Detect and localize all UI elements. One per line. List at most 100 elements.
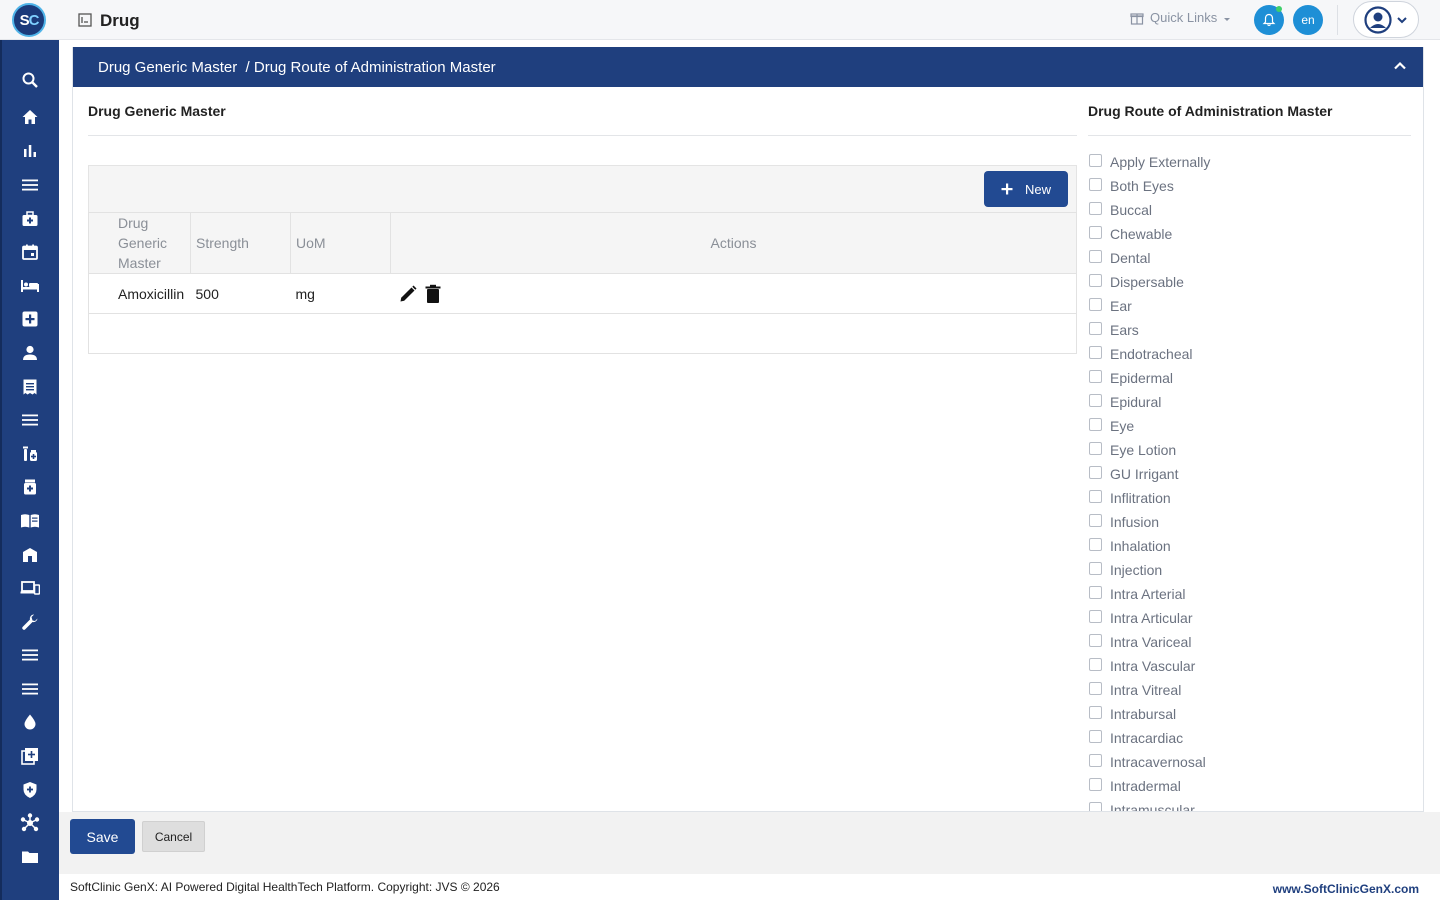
medical-plus-icon[interactable] bbox=[19, 308, 41, 330]
route-checkbox[interactable] bbox=[1089, 297, 1102, 311]
route-checkbox[interactable] bbox=[1089, 681, 1102, 695]
bed-icon[interactable] bbox=[19, 275, 41, 297]
receipt-icon[interactable] bbox=[19, 376, 41, 398]
trash-icon[interactable] bbox=[424, 284, 442, 304]
website-link[interactable]: www.SoftClinicGenX.com bbox=[1273, 882, 1419, 896]
home-icon[interactable] bbox=[19, 106, 41, 128]
route-option[interactable]: Epidermal bbox=[1088, 366, 1411, 390]
new-button[interactable]: New bbox=[984, 171, 1068, 207]
route-checkbox[interactable] bbox=[1089, 321, 1102, 335]
route-option[interactable]: Apply Externally bbox=[1088, 150, 1411, 174]
route-checkbox[interactable] bbox=[1089, 225, 1102, 239]
route-label: Chewable bbox=[1110, 226, 1173, 242]
route-option[interactable]: Infusion bbox=[1088, 510, 1411, 534]
route-option[interactable]: Intra Vitreal bbox=[1088, 678, 1411, 702]
route-checkbox[interactable] bbox=[1089, 585, 1102, 599]
route-option[interactable]: Epidural bbox=[1088, 390, 1411, 414]
route-option[interactable]: Eye bbox=[1088, 414, 1411, 438]
route-checkbox[interactable] bbox=[1089, 561, 1102, 575]
route-checkbox[interactable] bbox=[1089, 657, 1102, 671]
route-checkbox[interactable] bbox=[1089, 417, 1102, 431]
route-option[interactable]: Inhalation bbox=[1088, 534, 1411, 558]
wrench-icon[interactable] bbox=[19, 611, 41, 633]
profile-menu-button[interactable] bbox=[1353, 1, 1419, 38]
hub-icon[interactable] bbox=[19, 812, 41, 834]
table-row[interactable]: Amoxicillin 500 mg bbox=[88, 273, 1077, 314]
route-option[interactable]: Intrabursal bbox=[1088, 702, 1411, 726]
route-option[interactable]: Dispersable bbox=[1088, 270, 1411, 294]
column-header-uom[interactable]: UoM bbox=[290, 212, 391, 274]
route-checkbox[interactable] bbox=[1089, 633, 1102, 647]
column-header-drug-generic-master[interactable]: Drug Generic Master bbox=[88, 212, 191, 274]
column-header-strength[interactable]: Strength bbox=[190, 212, 291, 274]
route-checkbox[interactable] bbox=[1089, 513, 1102, 527]
medical-bag-icon[interactable] bbox=[19, 208, 41, 230]
app-logo[interactable]: SC bbox=[12, 3, 46, 37]
chevron-up-icon[interactable] bbox=[1393, 59, 1407, 73]
language-button[interactable]: en bbox=[1293, 5, 1323, 35]
route-checkbox[interactable] bbox=[1089, 609, 1102, 623]
route-option[interactable]: Intra Articular bbox=[1088, 606, 1411, 630]
route-option[interactable]: Intra Variceal bbox=[1088, 630, 1411, 654]
save-button[interactable]: Save bbox=[70, 819, 135, 854]
route-option[interactable]: Intra Vascular bbox=[1088, 654, 1411, 678]
route-checkbox[interactable] bbox=[1089, 705, 1102, 719]
shield-icon[interactable] bbox=[19, 779, 41, 801]
route-option[interactable]: Intracardiac bbox=[1088, 726, 1411, 750]
notifications-button[interactable] bbox=[1254, 5, 1284, 35]
route-checkbox[interactable] bbox=[1089, 537, 1102, 551]
column-header-actions: Actions bbox=[390, 212, 1077, 274]
route-checkbox[interactable] bbox=[1089, 369, 1102, 383]
search-icon[interactable] bbox=[19, 69, 41, 91]
route-option[interactable]: Intramuscular bbox=[1088, 798, 1411, 811]
drop-icon[interactable] bbox=[19, 711, 41, 733]
main-panel: Drug Generic Master / Drug Route of Admi… bbox=[72, 47, 1424, 812]
book-icon[interactable] bbox=[19, 510, 41, 532]
person-icon[interactable] bbox=[19, 342, 41, 364]
route-checkbox[interactable] bbox=[1089, 801, 1102, 811]
route-option[interactable]: GU Irrigant bbox=[1088, 462, 1411, 486]
route-checkbox[interactable] bbox=[1089, 345, 1102, 359]
menu-icon[interactable] bbox=[19, 409, 41, 431]
medicine-bottle-icon[interactable] bbox=[19, 476, 41, 498]
bar-chart-icon[interactable] bbox=[19, 140, 41, 162]
route-checkbox[interactable] bbox=[1089, 753, 1102, 767]
route-option[interactable]: Intradermal bbox=[1088, 774, 1411, 798]
route-checkbox[interactable] bbox=[1089, 153, 1102, 167]
pharmacy-icon[interactable] bbox=[19, 443, 41, 465]
quick-links-dropdown[interactable]: Quick Links bbox=[1130, 10, 1231, 25]
folder-icon[interactable] bbox=[19, 846, 41, 868]
route-checkbox[interactable] bbox=[1089, 177, 1102, 191]
route-checkbox[interactable] bbox=[1089, 273, 1102, 287]
route-checkbox[interactable] bbox=[1089, 489, 1102, 503]
route-label: Intrabursal bbox=[1110, 706, 1177, 722]
route-option[interactable]: Ear bbox=[1088, 294, 1411, 318]
route-option[interactable]: Ears bbox=[1088, 318, 1411, 342]
route-checkbox[interactable] bbox=[1089, 249, 1102, 263]
cancel-button[interactable]: Cancel bbox=[142, 821, 205, 852]
route-option[interactable]: Buccal bbox=[1088, 198, 1411, 222]
route-option[interactable]: Intra Arterial bbox=[1088, 582, 1411, 606]
devices-icon[interactable] bbox=[19, 577, 41, 599]
route-checkbox[interactable] bbox=[1089, 441, 1102, 455]
edit-icon[interactable] bbox=[398, 284, 418, 304]
route-option[interactable]: Eye Lotion bbox=[1088, 438, 1411, 462]
route-option[interactable]: Injection bbox=[1088, 558, 1411, 582]
route-option[interactable]: Inflitration bbox=[1088, 486, 1411, 510]
calendar-icon[interactable] bbox=[19, 241, 41, 263]
menu-icon[interactable] bbox=[19, 174, 41, 196]
menu-icon[interactable] bbox=[19, 644, 41, 666]
add-box-icon[interactable] bbox=[19, 745, 41, 767]
route-option[interactable]: Intracavernosal bbox=[1088, 750, 1411, 774]
route-checkbox[interactable] bbox=[1089, 201, 1102, 215]
route-option[interactable]: Dental bbox=[1088, 246, 1411, 270]
route-checkbox[interactable] bbox=[1089, 729, 1102, 743]
building-icon[interactable] bbox=[19, 544, 41, 566]
route-option[interactable]: Chewable bbox=[1088, 222, 1411, 246]
menu-icon[interactable] bbox=[19, 678, 41, 700]
route-checkbox[interactable] bbox=[1089, 465, 1102, 479]
route-checkbox[interactable] bbox=[1089, 393, 1102, 407]
route-option[interactable]: Endotracheal bbox=[1088, 342, 1411, 366]
route-checkbox[interactable] bbox=[1089, 777, 1102, 791]
route-option[interactable]: Both Eyes bbox=[1088, 174, 1411, 198]
